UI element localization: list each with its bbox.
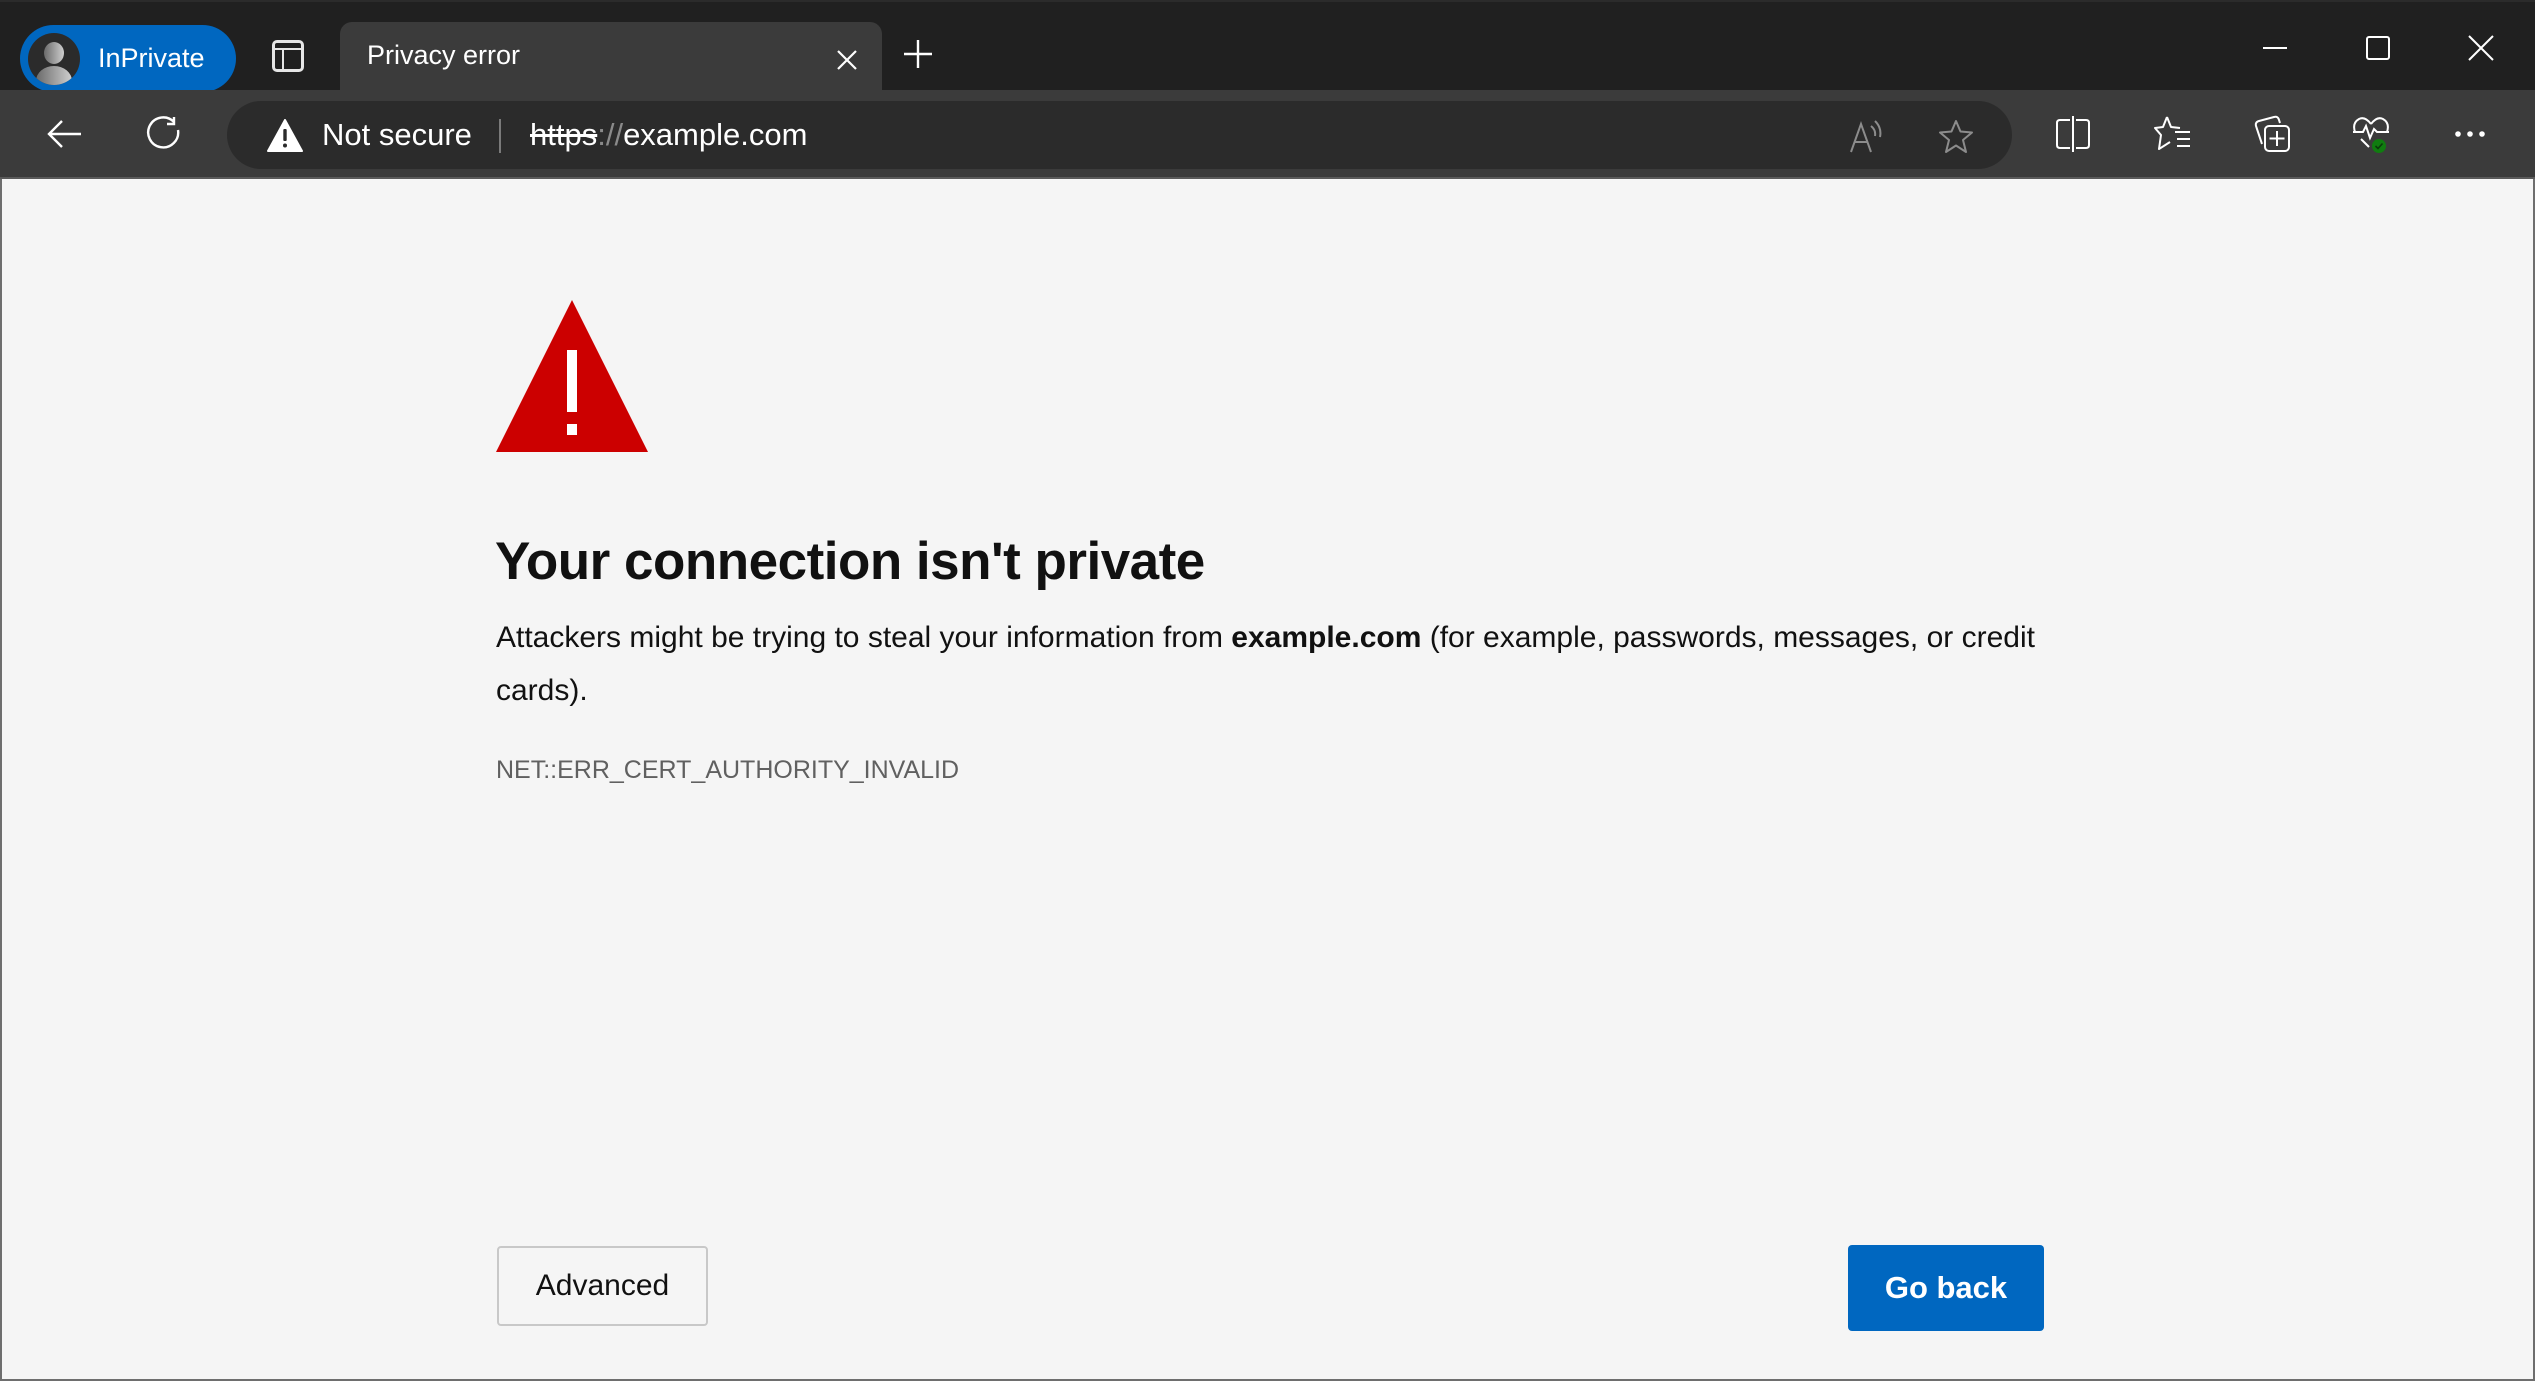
collections-icon[interactable] (2252, 114, 2292, 154)
inprivate-label: InPrivate (98, 43, 205, 73)
tab-privacy-error[interactable]: Privacy error (340, 22, 882, 94)
maximize-icon[interactable] (2360, 30, 2396, 66)
not-secure-warning-icon[interactable] (267, 119, 303, 152)
error-description: Attackers might be trying to steal your … (496, 611, 2056, 717)
toolbar: Not secure https://example.com (0, 90, 2535, 179)
address-separator (499, 119, 501, 153)
url-host: example.com (623, 117, 808, 152)
more-icon[interactable] (2450, 114, 2490, 154)
minimize-icon[interactable] (2257, 30, 2293, 66)
read-aloud-icon[interactable] (1847, 118, 1885, 156)
tab-actions-menu-icon[interactable] (272, 40, 304, 72)
error-code[interactable]: NET::ERR_CERT_AUTHORITY_INVALID (496, 756, 959, 785)
page-content: Your connection isn't private Attackers … (0, 179, 2535, 1381)
tab-title: Privacy error (367, 40, 521, 70)
profile-avatar-icon (28, 32, 80, 85)
title-bar: InPrivate Privacy error (0, 0, 2535, 94)
page-title: Your connection isn't private (495, 532, 1205, 591)
desc-text-before: Attackers might be trying to steal your … (496, 621, 1232, 654)
tab-close-icon[interactable] (835, 48, 859, 72)
split-screen-icon[interactable] (2053, 114, 2093, 154)
warning-triangle-icon (496, 300, 648, 452)
favorite-star-icon[interactable] (1937, 118, 1975, 156)
advanced-button[interactable]: Advanced (497, 1246, 708, 1326)
browser-essentials-icon[interactable] (2351, 114, 2391, 154)
go-back-button[interactable]: Go back (1848, 1245, 2044, 1331)
desc-host: example.com (1231, 621, 1422, 654)
url-text[interactable]: https://example.com (530, 117, 807, 153)
new-tab-icon[interactable] (902, 38, 934, 70)
url-scheme: https (530, 117, 598, 152)
refresh-icon[interactable] (144, 114, 184, 154)
favorites-icon[interactable] (2153, 114, 2193, 154)
close-window-icon[interactable] (2463, 30, 2499, 66)
inprivate-profile-button[interactable]: InPrivate (20, 25, 236, 92)
back-icon[interactable] (45, 114, 85, 154)
address-bar[interactable]: Not secure https://example.com (227, 101, 2012, 169)
url-separator: :// (597, 117, 624, 152)
security-status-label[interactable]: Not secure (322, 117, 472, 153)
